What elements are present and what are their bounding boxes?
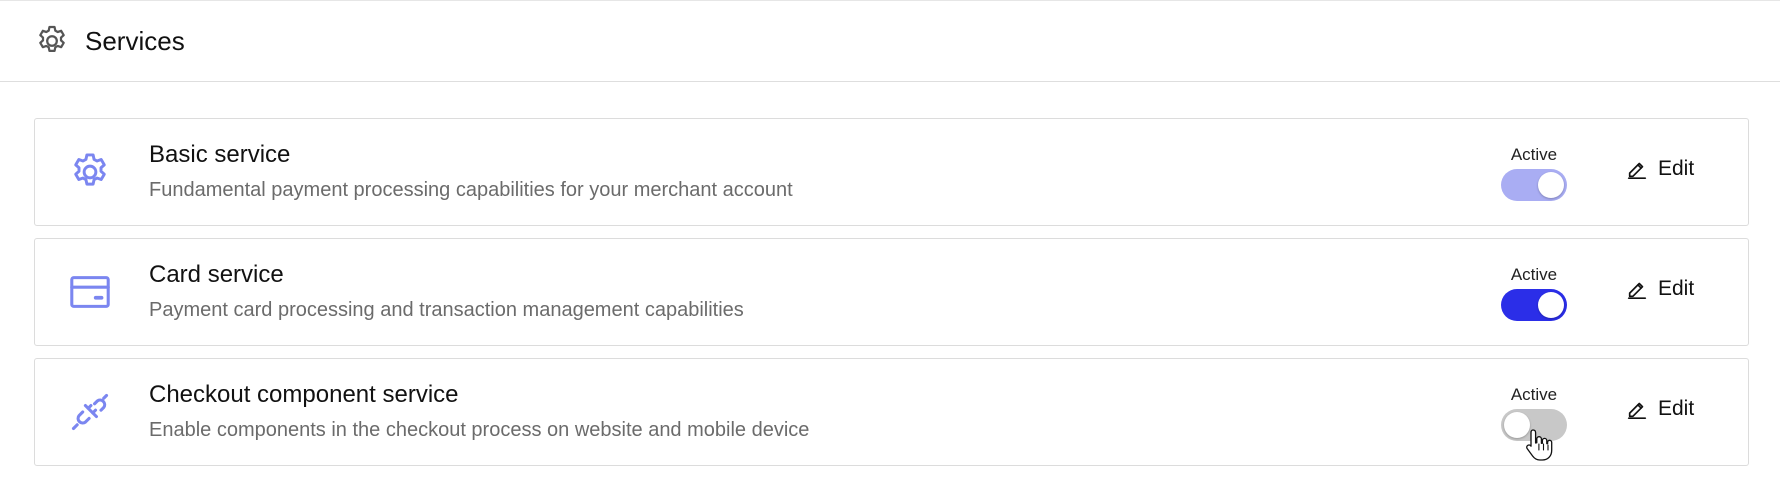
service-name: Checkout component service [149,381,459,408]
service-name: Basic service [149,141,291,168]
edit-button[interactable]: Edit [1625,397,1694,421]
pencil-icon [1625,397,1649,421]
gear-icon [33,22,71,60]
credit-card-icon [65,267,115,317]
service-card-basic: Basic service Fundamental payment proces… [34,118,1749,226]
active-toggle[interactable] [1501,169,1567,201]
toggle-label: Active [1510,385,1558,404]
pencil-icon [1625,157,1649,181]
edit-label: Edit [1658,277,1695,300]
page-header: Services [0,0,1780,82]
plug-icon [65,387,115,437]
edit-label: Edit [1658,397,1695,420]
toggle-knob [1538,172,1564,198]
services-list: Basic service Fundamental payment proces… [34,118,1749,478]
service-card-card: Card service Payment card processing and… [34,238,1749,346]
services-page: Services Basic service Fundamental payme… [0,0,1780,504]
gear-icon [65,147,115,197]
toggle-knob [1538,292,1564,318]
active-toggle[interactable] [1501,289,1567,321]
service-description: Payment card processing and transaction … [149,299,744,321]
toggle-label: Active [1510,145,1558,164]
status-toggle-group: Active [1499,265,1569,326]
service-description: Fundamental payment processing capabilit… [149,179,793,201]
status-toggle-group: Active [1499,145,1569,206]
toggle-label: Active [1510,265,1558,284]
service-name: Card service [149,261,284,288]
service-description: Enable components in the checkout proces… [149,419,810,441]
edit-label: Edit [1658,157,1695,180]
service-card-checkout: Checkout component service Enable compon… [34,358,1749,466]
page-title: Services [85,25,185,56]
hand-cursor-icon [1524,428,1554,464]
edit-button[interactable]: Edit [1625,277,1694,301]
edit-button[interactable]: Edit [1625,157,1694,181]
pencil-icon [1625,277,1649,301]
